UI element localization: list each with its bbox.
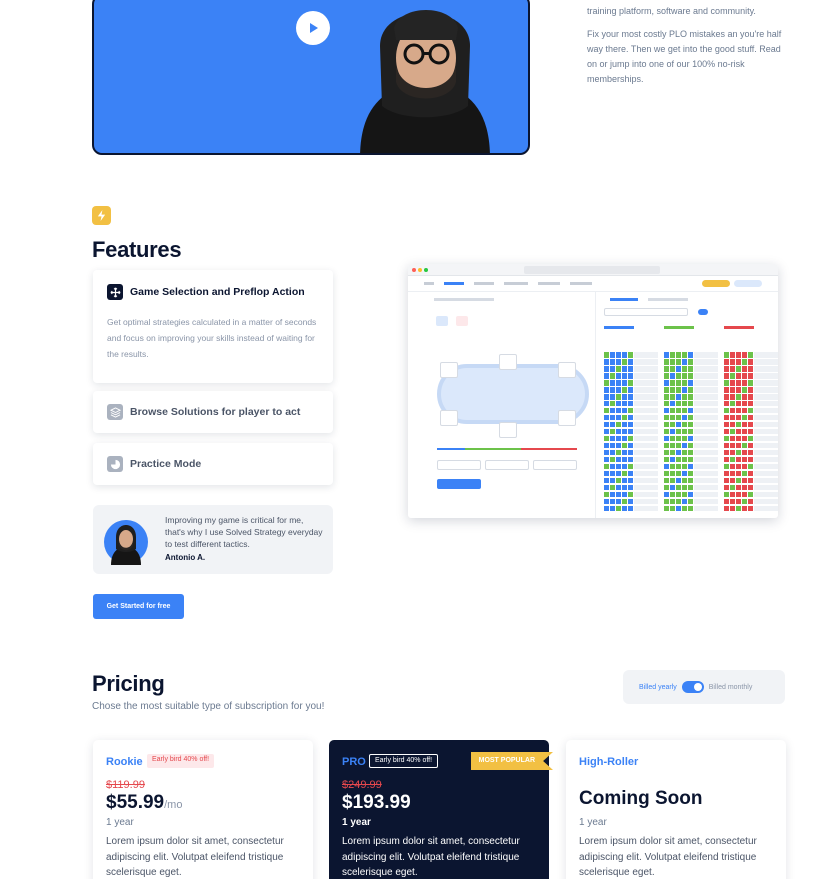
plan-card-rookie[interactable]: Rookie Early bird 40% off! $119.99 $55.9… (93, 740, 313, 879)
cross-arrows-icon (107, 284, 123, 300)
price-period: /mo (164, 799, 183, 811)
billing-switch[interactable] (681, 681, 704, 693)
feature-title: Browse Solutions for player to act (130, 406, 301, 418)
features-title: Features (92, 237, 182, 262)
coming-soon-label: Coming Soon (579, 788, 703, 809)
app-strategy-grid (598, 292, 778, 518)
presenter-image (360, 10, 490, 153)
hero-paragraph: Fix your most costly PLO mistakes an you… (587, 29, 782, 84)
old-price: $119.99 (106, 779, 145, 791)
plan-term: 1 year (579, 817, 607, 828)
billed-monthly-label[interactable]: Billed monthly (709, 684, 753, 691)
testimonial-author: Antonio A. (165, 553, 206, 562)
url-bar (524, 266, 660, 274)
play-icon (310, 23, 318, 33)
feature-card-practice-mode[interactable]: Practice Mode (93, 443, 333, 485)
testimonial-quote: Improving my game is critical for me, th… (165, 515, 323, 549)
plan-term: 1 year (106, 817, 134, 828)
bolt-badge (92, 206, 111, 225)
most-popular-ribbon: MOST POPULAR (470, 752, 553, 770)
bolt-icon (97, 210, 106, 221)
billing-toggle: Billed yearly Billed monthly (623, 670, 785, 704)
pricing-subtitle: Chose the most suitable type of subscrip… (92, 701, 325, 712)
play-button[interactable] (296, 11, 330, 45)
testimonial-card: Improving my game is critical for me, th… (93, 505, 333, 574)
feature-title: Practice Mode (130, 458, 202, 470)
hero-paragraph: training platform, software and communit… (587, 6, 756, 16)
early-bird-badge: Early bird 40% off! (147, 754, 215, 768)
plan-description: Lorem ipsum dolor sit amet, consectetur … (342, 836, 520, 878)
early-bird-badge: Early bird 40% off! (369, 754, 439, 768)
plan-name: PRO (342, 756, 366, 768)
feature-description: Get optimal strategies calculated in a m… (107, 317, 317, 359)
get-started-button[interactable]: Get Started for free (93, 594, 184, 619)
plan-name: Rookie (106, 756, 143, 768)
plan-card-high-roller[interactable]: High-Roller Coming Soon 1 year Lorem ips… (566, 740, 786, 879)
app-table-panel (420, 292, 596, 518)
app-nav (408, 276, 778, 292)
pie-icon (107, 456, 123, 472)
browser-bar (408, 264, 778, 276)
plan-description: Lorem ipsum dolor sit amet, consectetur … (106, 836, 284, 878)
price: $193.99 (342, 792, 411, 813)
plan-term: 1 year (342, 817, 371, 828)
feature-card-browse-solutions[interactable]: Browse Solutions for player to act (93, 391, 333, 433)
pricing-title: Pricing (92, 671, 165, 696)
feature-card-game-selection[interactable]: Game Selection and Preflop Action Get op… (93, 270, 333, 383)
old-price: $249.99 (342, 779, 382, 791)
price: $55.99/mo (106, 792, 183, 813)
app-screenshot (408, 264, 778, 518)
feature-title: Game Selection and Preflop Action (130, 286, 305, 298)
plan-name: High-Roller (579, 756, 639, 768)
layers-icon (107, 404, 123, 420)
billed-yearly-label[interactable]: Billed yearly (639, 684, 677, 691)
plan-card-pro[interactable]: PRO Early bird 40% off! MOST POPULAR $24… (329, 740, 553, 879)
avatar (104, 520, 148, 565)
hero-intro: training platform, software and communit… (587, 4, 787, 95)
hero-video[interactable] (92, 0, 530, 155)
plan-description: Lorem ipsum dolor sit amet, consectetur … (579, 836, 757, 878)
